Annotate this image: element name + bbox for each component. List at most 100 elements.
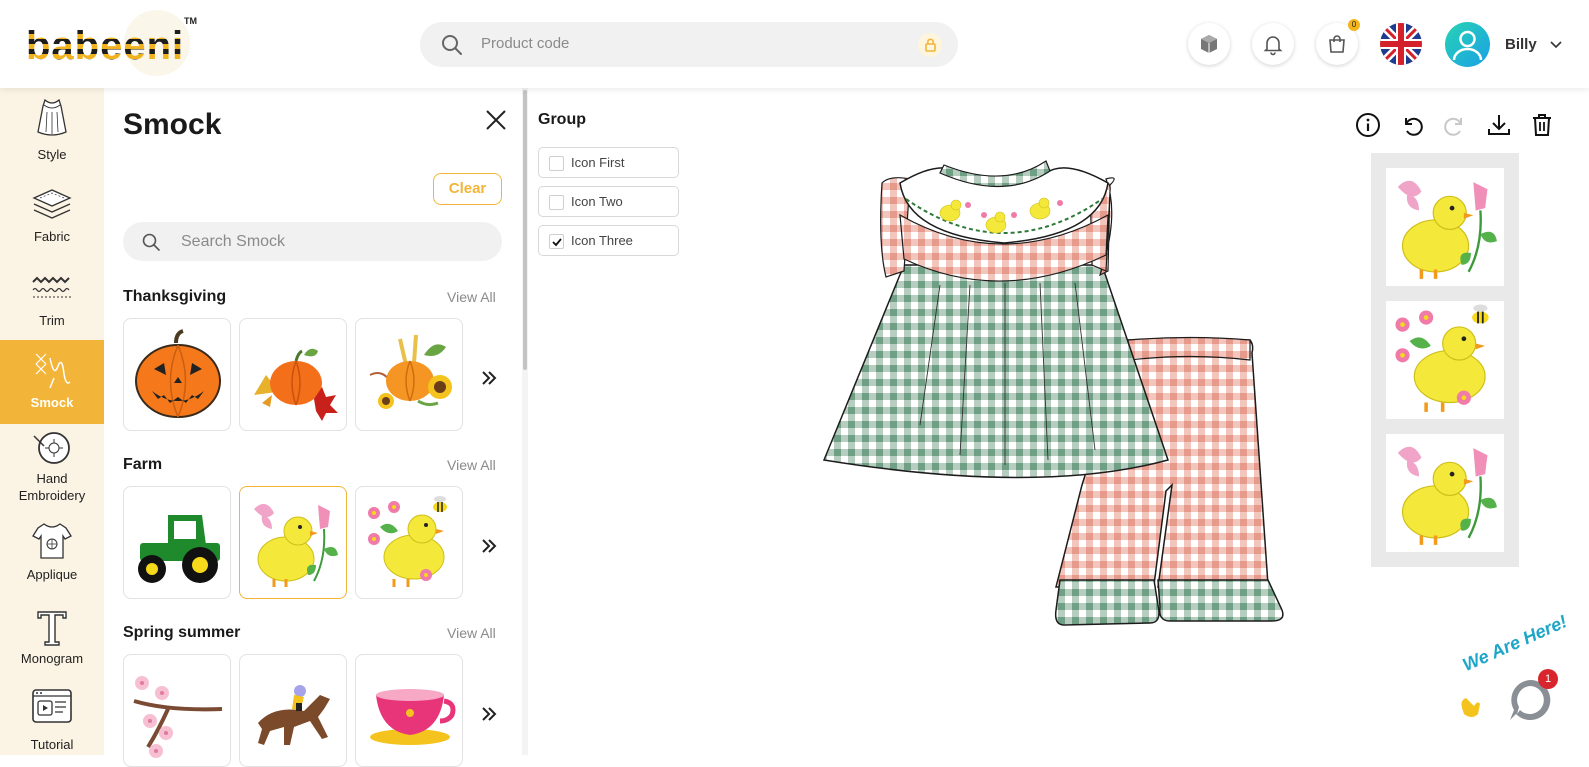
checkbox-checked[interactable] — [549, 234, 564, 249]
chick-butterfly-icon — [1397, 180, 1497, 279]
nav-item-fabric[interactable]: Fabric — [0, 172, 104, 256]
cart-count-badge: 0 — [1348, 19, 1360, 31]
chevrons-right-icon[interactable] — [479, 536, 499, 556]
design-tile-chick-bee-flowers[interactable] — [355, 486, 463, 599]
chick-bee-flowers-icon — [368, 496, 447, 587]
smock-icon — [35, 353, 71, 389]
design-tile-pumpkin-leaves[interactable] — [239, 318, 347, 431]
panel-scroll-thumb[interactable] — [523, 90, 527, 370]
search-placeholder: Product code — [481, 35, 570, 52]
search-icon — [142, 233, 160, 251]
clear-button[interactable]: Clear — [433, 173, 502, 205]
nav-label-embroidery: Embroidery — [18, 488, 86, 503]
category-title-farm: Farm — [123, 456, 163, 473]
teacup-icon — [370, 689, 456, 745]
design-tile-cherry-blossom[interactable] — [123, 654, 231, 767]
group-title: Group — [538, 111, 586, 128]
nav-item-monogram[interactable]: Monogram — [0, 592, 104, 676]
nav-item-hand-embroidery[interactable]: Hand Embroidery — [0, 424, 104, 508]
hand-embroidery-icon — [33, 432, 70, 464]
search-placeholder: Search Smock — [181, 233, 286, 250]
chevron-down-icon[interactable] — [1549, 38, 1563, 52]
thumb-chick-bee-flowers[interactable] — [1386, 301, 1504, 419]
group-option-icon-first[interactable]: Icon First — [538, 147, 679, 178]
thumb-chick-butterfly[interactable] — [1386, 434, 1504, 552]
design-tile-tractor[interactable] — [123, 486, 231, 599]
design-tile-racing-horse[interactable] — [239, 654, 347, 767]
waving-hand-icon — [1461, 698, 1480, 717]
trim-icon — [32, 276, 71, 298]
cart-icon[interactable]: 0 — [1316, 19, 1360, 65]
chat-tagline: We Are Here! — [1459, 611, 1570, 676]
panel-title: Smock — [123, 108, 222, 141]
logo-trademark: TM — [184, 16, 197, 26]
group-option-label: Icon Three — [571, 233, 633, 248]
lock-icon[interactable] — [918, 33, 942, 57]
group-option-icon-two[interactable]: Icon Two — [538, 186, 679, 217]
trash-icon[interactable] — [1529, 112, 1555, 138]
selected-designs-panel — [1371, 153, 1519, 567]
pumpkin-sunflowers-icon — [369, 334, 452, 409]
design-tile-chick-butterfly[interactable] — [239, 486, 347, 599]
nav-label-hand-embroidery: Hand Embroidery — [0, 470, 104, 504]
nav-label-trim: Trim — [39, 313, 65, 328]
checkbox[interactable] — [549, 156, 564, 171]
category-title-thanksgiving: Thanksgiving — [123, 288, 227, 305]
fabric-icon — [32, 189, 72, 219]
nav-item-tutorial[interactable]: Tutorial — [0, 676, 104, 760]
nav-label-tutorial: Tutorial — [30, 737, 74, 752]
design-tile-pumpkin-sunflowers[interactable] — [355, 318, 463, 431]
chevrons-right-icon[interactable] — [479, 704, 499, 724]
pumpkin-leaves-icon — [254, 348, 338, 421]
chick-bee-flowers-icon — [1395, 304, 1489, 412]
user-avatar-icon[interactable] — [1445, 22, 1490, 67]
redo-icon[interactable] — [1442, 112, 1468, 138]
box-icon[interactable] — [1188, 23, 1230, 65]
nav-label-applique: Applique — [26, 567, 78, 582]
racing-horse-icon — [258, 685, 330, 745]
nav-item-trim[interactable]: Trim — [0, 256, 104, 340]
logo-text: babeeni — [26, 24, 185, 68]
uk-flag-icon[interactable] — [1380, 23, 1422, 65]
chick-butterfly-icon — [254, 503, 338, 587]
group-option-label: Icon Two — [571, 194, 623, 209]
nav-label-style: Style — [37, 147, 67, 162]
applique-icon — [32, 523, 72, 559]
tutorial-icon — [32, 689, 72, 723]
search-icon — [442, 35, 462, 55]
notification-bell-icon[interactable] — [1252, 23, 1294, 65]
checkbox[interactable] — [549, 195, 564, 210]
design-tile-teacup[interactable] — [355, 654, 463, 767]
green-tractor-icon — [138, 515, 220, 583]
nav-label-fabric: Fabric — [33, 229, 71, 244]
monogram-icon — [37, 611, 67, 646]
garment-preview — [822, 160, 1284, 626]
nav-item-applique[interactable]: Applique — [0, 508, 104, 592]
download-icon[interactable] — [1486, 112, 1512, 138]
view-all-link[interactable]: View All — [447, 625, 496, 641]
group-option-label: Icon First — [571, 155, 625, 170]
nav-item-smock[interactable]: Smock — [0, 340, 104, 424]
left-nav: Style Fabric Trim Smock Hand Embroidery A… — [0, 88, 104, 755]
chevrons-right-icon[interactable] — [479, 368, 499, 388]
close-icon[interactable] — [484, 108, 508, 132]
user-name[interactable]: Billy — [1505, 36, 1537, 53]
thumb-chick-butterfly[interactable] — [1386, 168, 1504, 286]
info-icon[interactable] — [1355, 112, 1381, 138]
undo-icon[interactable] — [1399, 112, 1425, 138]
smock-search-input[interactable]: Search Smock — [123, 222, 502, 261]
smock-panel: Smock Clear Search Smock Thanksgiving Vi… — [104, 88, 528, 767]
group-option-icon-three[interactable]: Icon Three — [538, 225, 679, 256]
product-code-search[interactable]: Product code — [420, 22, 958, 67]
view-all-link[interactable]: View All — [447, 289, 496, 305]
chat-unread-badge: 1 — [1538, 669, 1558, 689]
top-header: babeeni TM Product code 0 Billy — [0, 0, 1589, 88]
babeeni-logo[interactable]: babeeni TM — [16, 10, 197, 80]
chick-butterfly-icon — [1397, 446, 1497, 545]
design-tile-pumpkin[interactable] — [123, 318, 231, 431]
checkmark-icon — [552, 238, 562, 247]
nav-item-style[interactable]: Style — [0, 88, 104, 172]
view-all-link[interactable]: View All — [447, 457, 496, 473]
dress-icon — [37, 98, 67, 136]
nav-label-smock: Smock — [30, 395, 74, 410]
